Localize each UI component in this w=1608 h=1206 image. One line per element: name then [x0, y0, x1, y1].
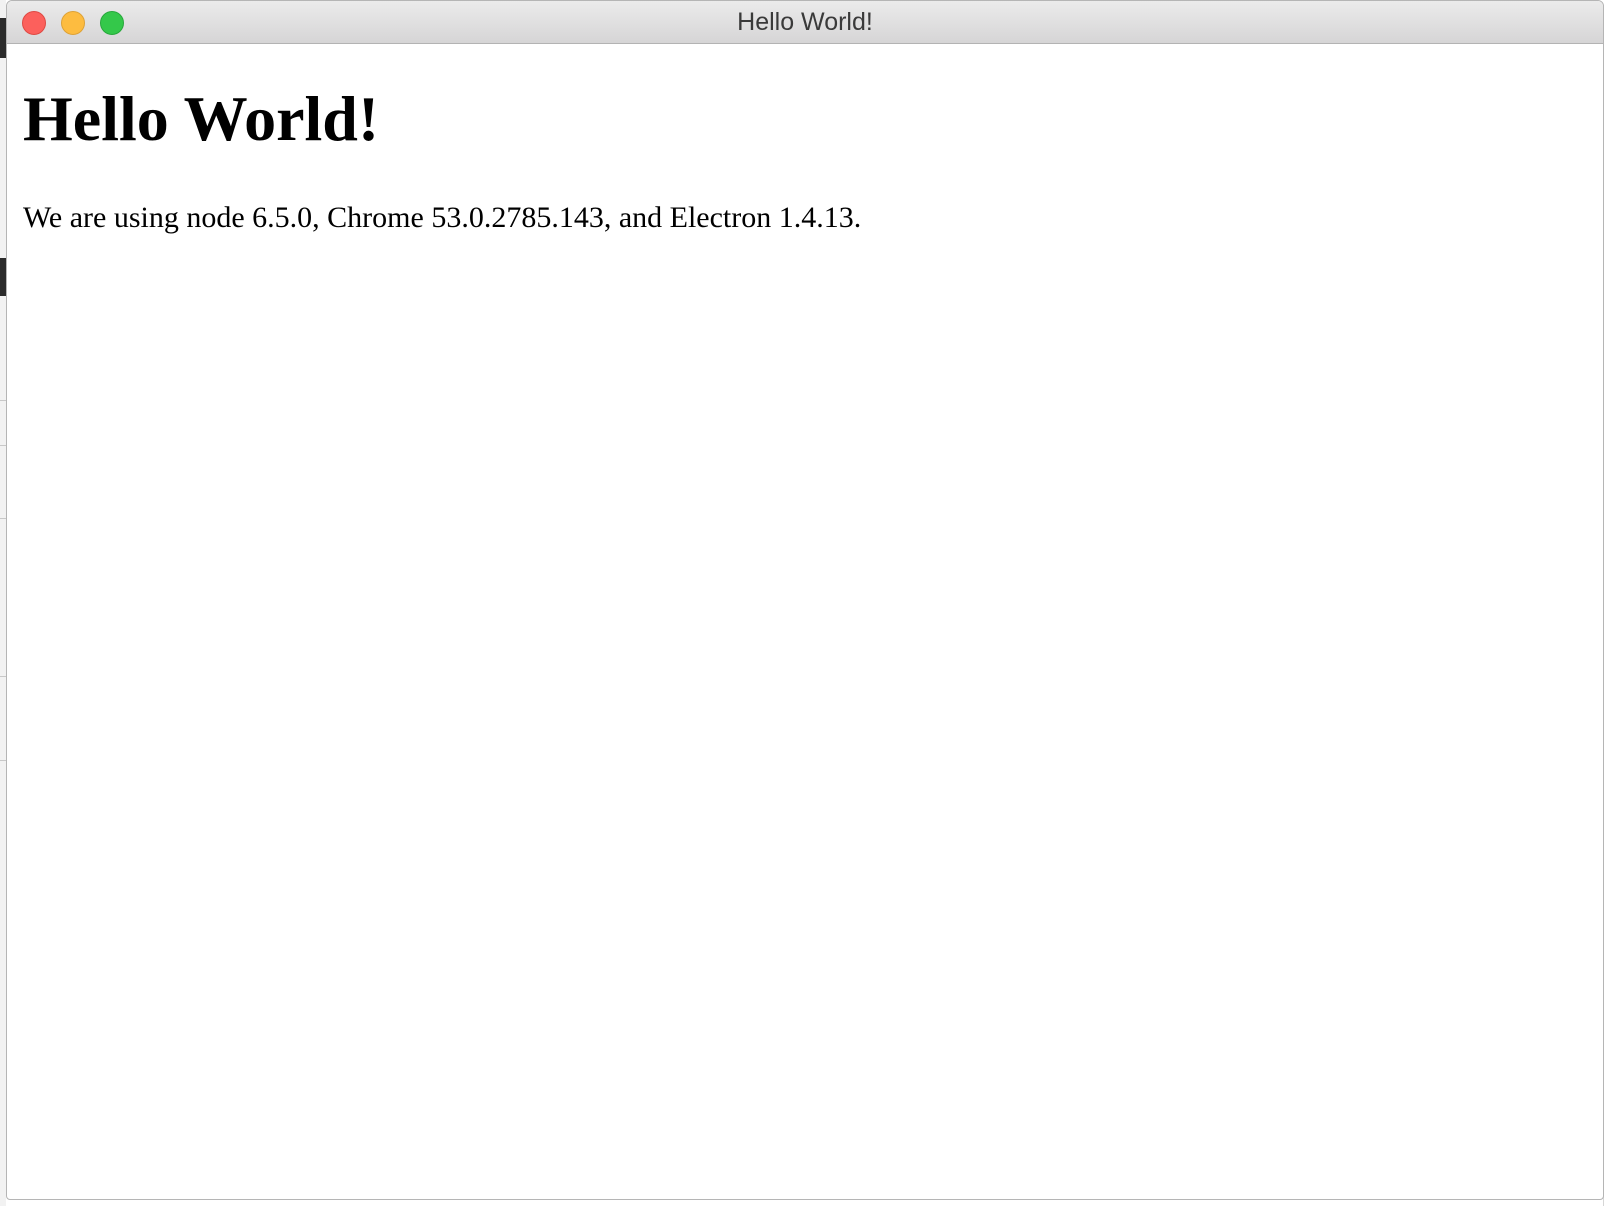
- window-title: Hello World!: [737, 8, 873, 36]
- page-heading: Hello World!: [23, 83, 380, 154]
- app-window: Hello World! Hello World! We are using n…: [6, 0, 1604, 1200]
- version-info-text: We are using node 6.5.0, Chrome 53.0.278…: [23, 201, 862, 235]
- page-content: Hello World! We are using node 6.5.0, Ch…: [7, 83, 1603, 236]
- window-titlebar[interactable]: Hello World!: [7, 1, 1603, 44]
